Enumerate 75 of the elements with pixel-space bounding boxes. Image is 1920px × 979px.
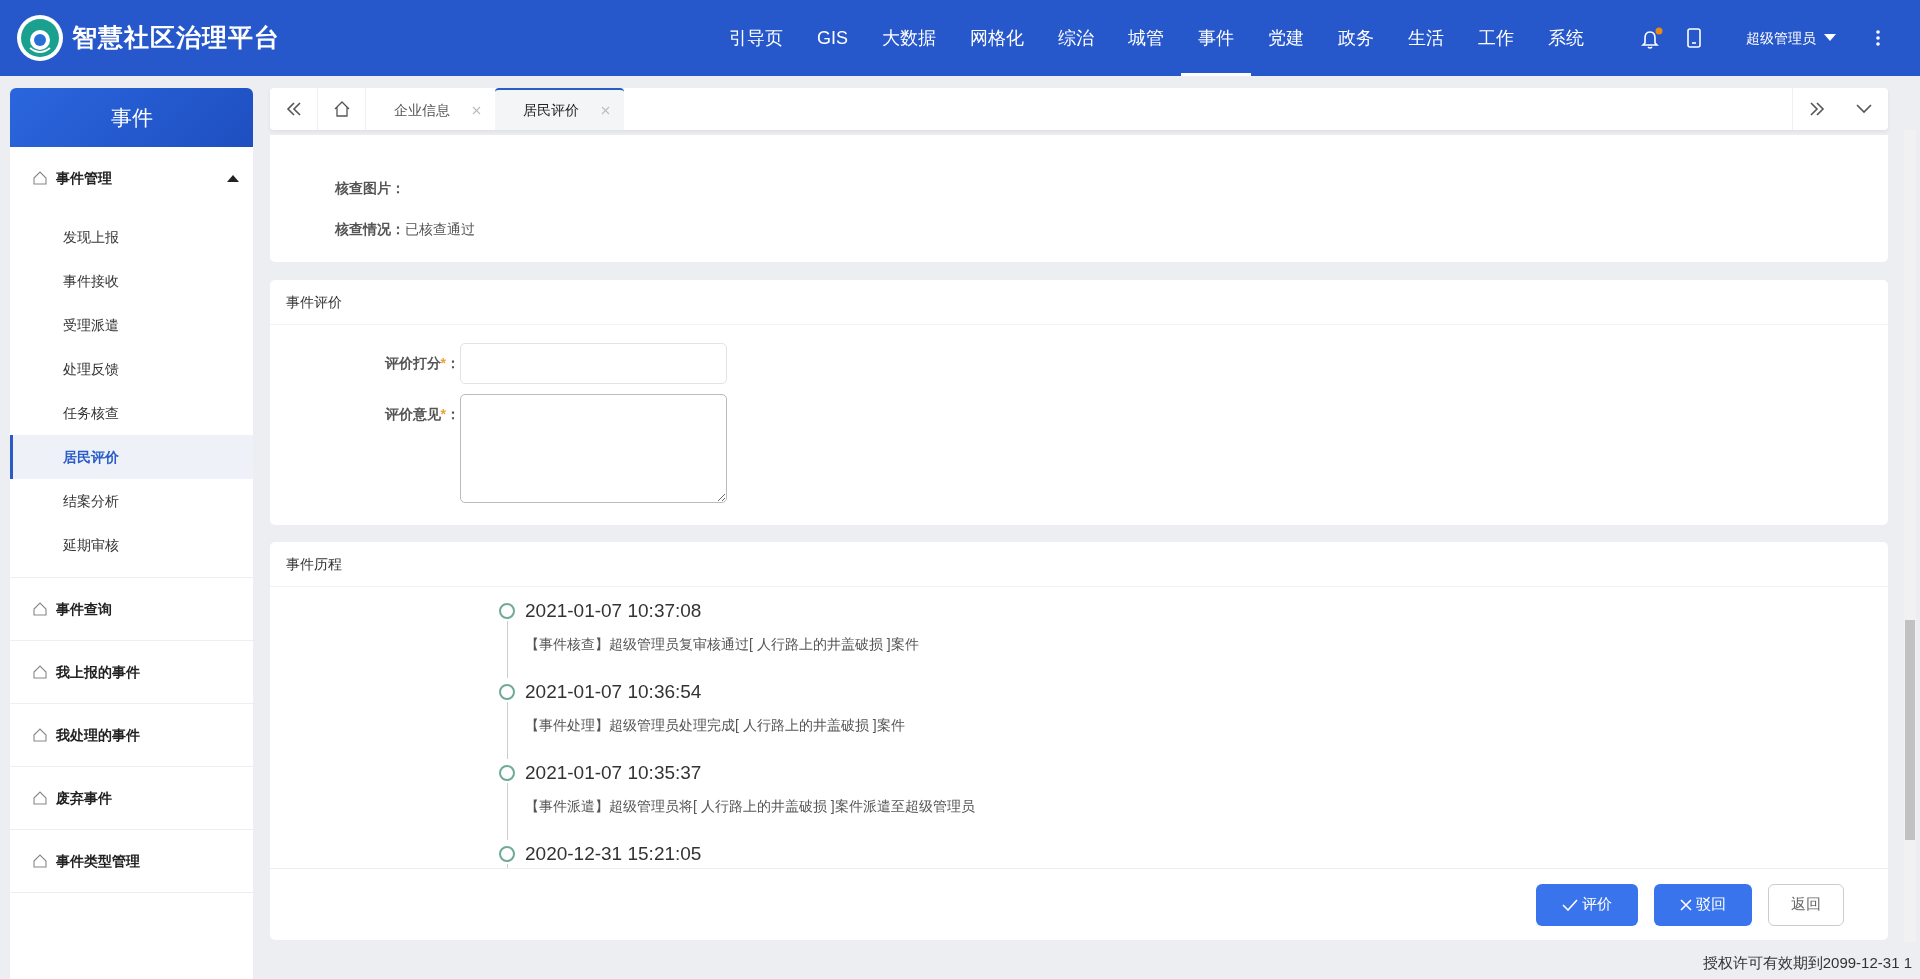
nav-item[interactable]: 政务 [1321,0,1391,76]
caret-icon [1824,34,1836,42]
scrollbar-thumb[interactable] [1905,620,1915,840]
house-icon [32,727,48,743]
timeline-text: 【事件核查】超级管理员复审核通过[ 人行路上的井盖破损 ]案件 [525,635,919,654]
logo-icon [16,14,64,62]
tab[interactable]: 企业信息 [366,88,495,130]
nav-item[interactable]: 事件 [1181,0,1251,76]
section-title: 事件评价 [270,280,1888,325]
sidebar-item[interactable]: 事件接收 [10,259,253,303]
home-icon[interactable] [332,100,351,118]
double-chevron-left-icon[interactable] [285,102,302,116]
nav-item[interactable]: 综治 [1041,0,1111,76]
chevron-down-icon[interactable] [1856,104,1872,114]
house-icon [32,790,48,806]
caret-up-icon [227,174,239,182]
sidebar-group[interactable]: 我处理的事件 [10,704,253,766]
house-icon [32,601,48,617]
nav-item[interactable]: 生活 [1391,0,1461,76]
timeline-time: 2020-12-31 15:21:05 [525,842,702,866]
sidebar-group[interactable]: 事件查询 [10,578,253,640]
timeline-dot [499,846,515,862]
field-label: 评价意见*： [383,405,460,424]
field-label: 核查情况： [335,220,405,239]
scrollbar-track[interactable] [1904,130,1916,942]
nav-item[interactable]: 工作 [1461,0,1531,76]
phone-icon[interactable] [1687,28,1701,48]
house-icon [32,853,48,869]
sidebar-item[interactable]: 受理派遣 [10,303,253,347]
close-icon [1680,898,1692,911]
comment-field[interactable] [460,394,727,503]
timeline-text: 【事件派遣】超级管理员将[ 人行路上的井盖破损 ]案件派遣至超级管理员 [525,797,975,816]
evaluate-button[interactable]: 评价 [1536,883,1638,926]
back-button[interactable]: 返回 [1768,883,1844,926]
timeline-dot [499,603,515,619]
timeline-time: 2021-01-07 10:36:54 [525,680,703,704]
timeline-time: 2021-01-07 10:35:37 [525,761,703,785]
more-icon[interactable] [1876,30,1880,46]
license-text: 授权许可有效期到2099-12-31 1 [1701,953,1912,973]
nav-item[interactable]: 城管 [1111,0,1181,76]
sidebar-item[interactable]: 发现上报 [10,215,253,259]
user-menu[interactable]: 超级管理员 [1746,27,1836,49]
nav-item[interactable]: GIS [800,0,865,76]
sidebar-group[interactable]: 事件类型管理 [10,830,253,892]
nav-item[interactable]: 网格化 [953,0,1041,76]
bell-icon[interactable] [1641,26,1663,50]
nav-item[interactable]: 引导页 [712,0,800,76]
field-label: 核查图片： [335,179,405,198]
house-icon [32,170,48,186]
sidebar-group[interactable]: 事件管理 [10,147,253,209]
field-label: 评价打分*： [383,354,460,373]
sidebar-item[interactable]: 任务核查 [10,391,253,435]
sidebar-item[interactable]: 居民评价 [10,435,253,479]
reject-button[interactable]: 驳回 [1654,883,1752,926]
sidebar-item[interactable]: 延期审核 [10,523,253,567]
sidebar-item[interactable]: 处理反馈 [10,347,253,391]
timeline-time: 2021-01-07 10:37:08 [525,599,703,623]
nav-item[interactable]: 系统 [1531,0,1601,76]
score-field[interactable] [460,343,727,384]
check-icon [1562,898,1578,911]
timeline-text: 【事件处理】超级管理员处理完成[ 人行路上的井盖破损 ]案件 [525,716,905,735]
field-value: 已核查通过 [405,220,475,239]
sidebar-group[interactable]: 我上报的事件 [10,641,253,703]
double-chevron-right-icon[interactable] [1808,102,1825,116]
tab[interactable]: 居民评价 [495,88,624,130]
timeline-dot [499,765,515,781]
section-title: 事件历程 [270,542,1888,587]
timeline-dot [499,684,515,700]
nav-item[interactable]: 党建 [1251,0,1321,76]
house-icon [32,664,48,680]
nav-item[interactable]: 大数据 [865,0,953,76]
sidebar-header: 事件 [10,88,253,147]
sidebar-group[interactable]: 废弃事件 [10,767,253,829]
app-title: 智慧社区治理平台 [72,22,280,54]
sidebar-item[interactable]: 结案分析 [10,479,253,523]
